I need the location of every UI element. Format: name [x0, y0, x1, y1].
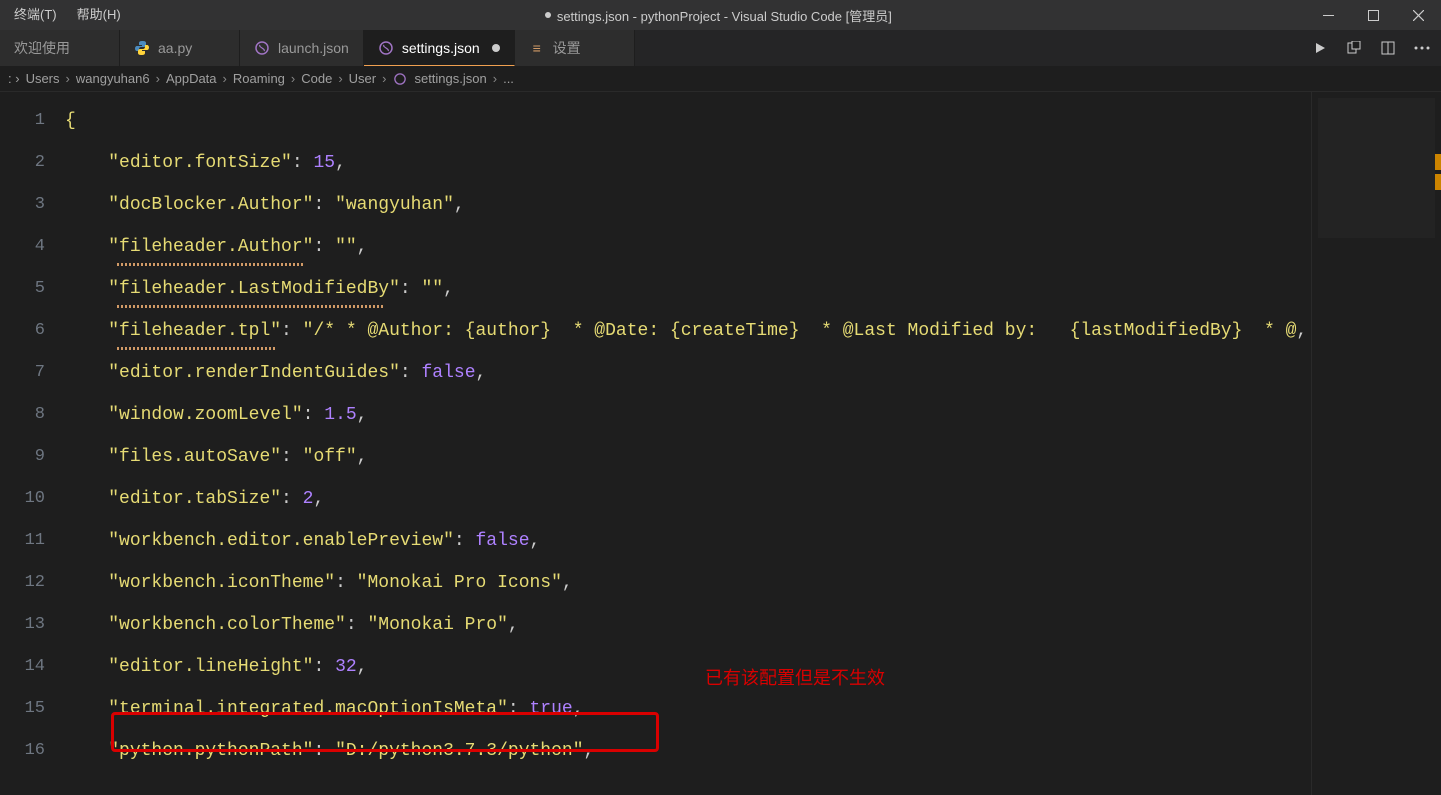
menu-help[interactable]: 帮助(H): [67, 0, 131, 30]
more-actions-icon[interactable]: [1413, 39, 1431, 57]
breadcrumb[interactable]: : › Users› wangyuhan6› AppData› Roaming›…: [0, 66, 1441, 92]
code-line[interactable]: "workbench.iconTheme": "Monokai Pro Icon…: [65, 562, 1311, 604]
breadcrumb-item[interactable]: Code: [301, 71, 332, 86]
line-number-gutter: 12345678910111213141516: [0, 92, 65, 795]
scroll-marker-warn: [1435, 174, 1441, 190]
tab-settings[interactable]: ≡ 设置: [515, 30, 635, 66]
code-line[interactable]: "editor.fontSize": 15,: [65, 142, 1311, 184]
window-title: settings.json - pythonProject - Visual S…: [557, 6, 892, 25]
breadcrumb-item[interactable]: wangyuhan6: [76, 71, 150, 86]
warning-underline: [115, 347, 275, 350]
line-number: 7: [0, 352, 45, 394]
line-number: 10: [0, 478, 45, 520]
tab-aa-py[interactable]: aa.py: [120, 30, 240, 66]
line-number: 1: [0, 100, 45, 142]
title-bar: 终端(T) 帮助(H) settings.json - pythonProjec…: [0, 0, 1441, 30]
modified-indicator-dot: [545, 12, 551, 18]
breadcrumb-item[interactable]: AppData: [166, 71, 217, 86]
modified-dot-icon: [492, 44, 500, 52]
tab-settings-json[interactable]: settings.json: [364, 30, 515, 66]
code-line[interactable]: {: [65, 100, 1311, 142]
breadcrumb-item[interactable]: Users: [26, 71, 60, 86]
window-title-area: settings.json - pythonProject - Visual S…: [131, 6, 1306, 25]
close-button[interactable]: [1396, 0, 1441, 30]
warning-underline: [115, 263, 305, 266]
code-line[interactable]: "editor.tabSize": 2,: [65, 478, 1311, 520]
line-number: 8: [0, 394, 45, 436]
code-line[interactable]: "editor.lineHeight": 32,: [65, 646, 1311, 688]
line-number: 12: [0, 562, 45, 604]
line-number: 11: [0, 520, 45, 562]
tab-label: settings.json: [402, 40, 480, 56]
annotation-text: 已有该配置但是不生效: [705, 657, 885, 699]
tab-bar: 欢迎使用 aa.py launch.json settings.json ≡ 设…: [0, 30, 1441, 66]
line-number: 14: [0, 646, 45, 688]
line-number: 5: [0, 268, 45, 310]
python-icon: [134, 40, 150, 56]
editor-area: 12345678910111213141516 { "editor.fontSi…: [0, 92, 1441, 795]
minimap-content: [1318, 98, 1435, 238]
tab-actions: [1301, 30, 1441, 66]
code-line[interactable]: "workbench.colorTheme": "Monokai Pro",: [65, 604, 1311, 646]
tab-label: aa.py: [158, 40, 192, 56]
breadcrumb-item[interactable]: settings.json: [414, 71, 486, 86]
minimap[interactable]: [1311, 92, 1441, 795]
json-icon: [378, 40, 394, 56]
line-number: 13: [0, 604, 45, 646]
maximize-button[interactable]: [1351, 0, 1396, 30]
code-line[interactable]: "fileheader.tpl": "/* * @Author: {author…: [65, 310, 1311, 352]
code-line[interactable]: "files.autoSave": "off",: [65, 436, 1311, 478]
line-number: 16: [0, 730, 45, 772]
json-icon: [392, 71, 408, 87]
line-number: 15: [0, 688, 45, 730]
breadcrumb-item[interactable]: User: [349, 71, 376, 86]
code-line[interactable]: "fileheader.Author": "",: [65, 226, 1311, 268]
window-controls: [1306, 0, 1441, 30]
tab-launch-json[interactable]: launch.json: [240, 30, 364, 66]
split-editor-icon[interactable]: [1379, 39, 1397, 57]
menu-terminal[interactable]: 终端(T): [4, 0, 67, 30]
line-number: 3: [0, 184, 45, 226]
code-line[interactable]: "window.zoomLevel": 1.5,: [65, 394, 1311, 436]
line-number: 6: [0, 310, 45, 352]
tab-welcome[interactable]: 欢迎使用: [0, 30, 120, 66]
code-line[interactable]: "fileheader.LastModifiedBy": "",: [65, 268, 1311, 310]
line-number: 9: [0, 436, 45, 478]
line-number: 2: [0, 142, 45, 184]
code-line[interactable]: "editor.renderIndentGuides": false,: [65, 352, 1311, 394]
line-number: 4: [0, 226, 45, 268]
tab-label: launch.json: [278, 40, 349, 56]
breadcrumb-item[interactable]: Roaming: [233, 71, 285, 86]
warning-underline: [115, 305, 385, 308]
open-preview-icon[interactable]: [1345, 39, 1363, 57]
tab-label: 设置: [553, 38, 581, 58]
annotation-highlight-box: [111, 712, 659, 752]
menu-bar: 终端(T) 帮助(H): [0, 0, 131, 30]
settings-icon: ≡: [529, 40, 545, 56]
tab-label: 欢迎使用: [14, 38, 70, 58]
breadcrumb-item[interactable]: ...: [503, 71, 514, 86]
scroll-marker-warn: [1435, 154, 1441, 170]
json-icon: [254, 40, 270, 56]
minimize-button[interactable]: [1306, 0, 1351, 30]
code-editor[interactable]: { "editor.fontSize": 15, "docBlocker.Aut…: [65, 92, 1311, 795]
breadcrumb-root: : ›: [8, 71, 20, 86]
code-line[interactable]: "docBlocker.Author": "wangyuhan",: [65, 184, 1311, 226]
run-icon[interactable]: [1311, 39, 1329, 57]
code-line[interactable]: "workbench.editor.enablePreview": false,: [65, 520, 1311, 562]
scrollbar-vertical[interactable]: [1431, 90, 1441, 780]
